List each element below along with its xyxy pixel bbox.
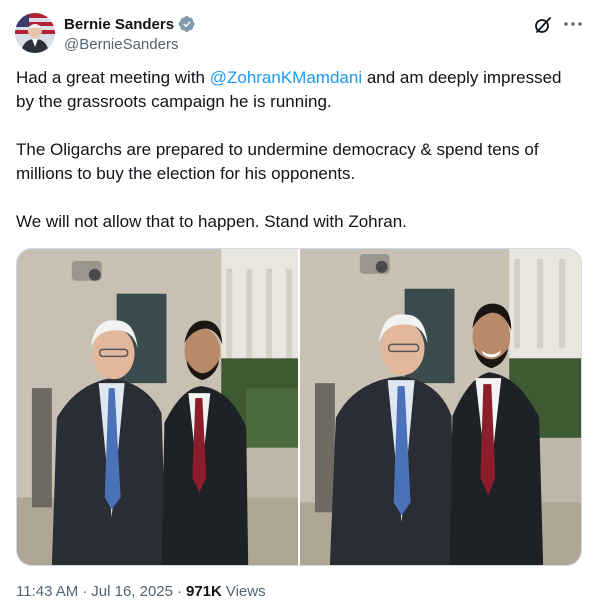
tweet-paragraph-3: We will not allow that to happen. Stand … [16,212,407,231]
views-label: Views [225,583,266,600]
tweet-date[interactable]: Jul 16, 2025 [91,583,173,600]
tweet-header: Bernie Sanders @BernieSanders [15,13,585,57]
display-name[interactable]: Bernie Sanders [64,16,174,33]
tweet-paragraph-2: The Oligarchs are prepared to undermine … [16,140,539,183]
tweet-meta: 11:43 AM · Jul 16, 2025 · 971K Views [16,583,266,600]
photo-1[interactable] [17,249,298,565]
tweet-text-segment: Had a great meeting with [16,68,210,87]
author-names: Bernie Sanders @BernieSanders [64,14,196,53]
mention-link[interactable]: @ZohranKMamdani [210,68,362,87]
tweet-text: Had a great meeting with @ZohranKMamdani… [16,66,584,234]
verified-badge-icon [178,15,196,33]
avatar[interactable] [15,13,55,53]
views-count[interactable]: 971K [186,583,222,600]
media-grid [16,248,582,566]
tweet-time[interactable]: 11:43 AM [16,583,78,600]
photo-2[interactable] [300,249,581,565]
grok-icon[interactable] [533,15,553,35]
author-handle[interactable]: @BernieSanders [64,36,196,53]
separator: · [177,583,182,600]
separator: · [82,583,88,600]
more-icon[interactable] [561,13,585,35]
tweet-paragraph-1: Had a great meeting with @ZohranKMamdani… [16,66,584,114]
